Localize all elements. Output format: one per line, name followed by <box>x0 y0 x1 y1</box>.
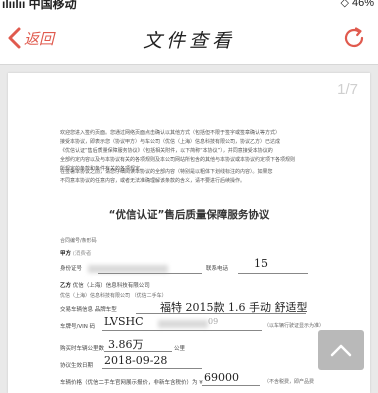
intro-line: 接受本协议，即表示您（协议甲方）与车公司（优信（上海）信息科技有限公司，协议乙方… <box>60 139 281 145</box>
party-b-label: 乙方 <box>60 283 72 289</box>
date-label: 协议生效日期 <box>60 363 94 369</box>
mileage-value: 3.86万 <box>108 338 144 351</box>
vehicle-underline <box>136 313 306 314</box>
refresh-icon[interactable] <box>342 26 366 50</box>
scroll-top-button[interactable] <box>318 330 364 370</box>
chevron-up-icon <box>330 344 352 357</box>
contact-value: 15 <box>254 257 268 270</box>
vin-value: LVSHC <box>104 315 144 328</box>
vehicle-label: 交易车辆信息 品牌车型 <box>60 307 117 313</box>
intro-line: 全部约定内容以及与本协议有关的各项规则及本公司网站所包含的其他与本协议或本协议约… <box>60 157 296 163</box>
redacted-id <box>87 264 168 273</box>
contact-underline <box>238 273 308 274</box>
intro-line: 《优信认证”售后质量保障服务协议》（包括相关附件，以下简称“本协议”），并同意接… <box>60 148 273 154</box>
vin-note: （以车辆行驶证显示为准） <box>264 323 325 329</box>
party-b-value: 优信（上海）信息科技有限公司 <box>72 283 150 289</box>
date-value: 2018-09-28 <box>104 354 168 367</box>
party-a-label: 甲方 <box>60 251 72 257</box>
id-underline <box>98 273 202 274</box>
contact-label: 联系电话 <box>206 266 229 272</box>
party-b-subtext: 优信（上海）信息科技有限公司 （优信二手车） <box>60 293 167 299</box>
redacted-vin <box>158 320 208 328</box>
id-label: 身份证号 <box>60 266 83 272</box>
status-bar: ılıılıı 中国移动 ◇ 46% <box>0 0 378 12</box>
notice-line: 在签署本协议之前，请您仔细阅读本协议的全部内容（特别是以粗体下划线标注的内容）。… <box>60 169 273 175</box>
vin-value-tail: 09 <box>208 317 219 326</box>
party-b-row: 乙方 优信（上海）信息科技有限公司 <box>60 281 150 289</box>
carrier-label: ılıılıı 中国移动 <box>2 0 77 11</box>
page-title: 文件查看 <box>142 30 235 52</box>
intro-line: 欢迎您进入签约页面。您通过网络页面点击确认以其他方式（包括但不限于签字或签章确认… <box>60 130 281 136</box>
mileage-label: 购买时车辆公里数 <box>60 346 105 352</box>
agreement-title: “优信认证”售后质量保障服务协议 <box>108 209 270 221</box>
page-indicator: 1/7 <box>337 81 358 98</box>
price-underline <box>202 385 260 386</box>
navigation-bar: 返回 文件查看 <box>0 12 378 65</box>
vin-label: 车牌号/VIN 码 <box>60 324 96 330</box>
notice-line: 不同意本协议的任意内容，或者无法准确理解该条款的含义，请不要进行后续操作。 <box>60 178 246 184</box>
battery-indicator: ◇ 46% <box>340 0 374 9</box>
date-underline <box>102 368 202 369</box>
price-note: （不含税费，即产品费 <box>264 379 315 385</box>
notice-paragraph: 在签署本协议之前，请您仔细阅读本协议的全部内容（特别是以粗体下划线标注的内容）。… <box>60 168 322 186</box>
vin-underline <box>102 330 262 331</box>
contract-number-label: 合同编号/条形码 <box>60 238 97 244</box>
price-label: 车辆价格（优信二手车官网展示报价，非新车含税价）为 ¥ <box>60 380 203 386</box>
id-row: 身份证号 <box>60 264 168 273</box>
document-page[interactable]: 1/7 欢迎您进入签约页面。您通过网络页面点击确认以其他方式（包括但不限于签字或… <box>8 73 370 393</box>
mileage-underline <box>104 351 172 352</box>
party-a-row: 甲方 (消费者 <box>60 249 91 257</box>
party-a-value: (消费者 <box>72 251 92 257</box>
mileage-unit: 公里 <box>174 346 186 352</box>
